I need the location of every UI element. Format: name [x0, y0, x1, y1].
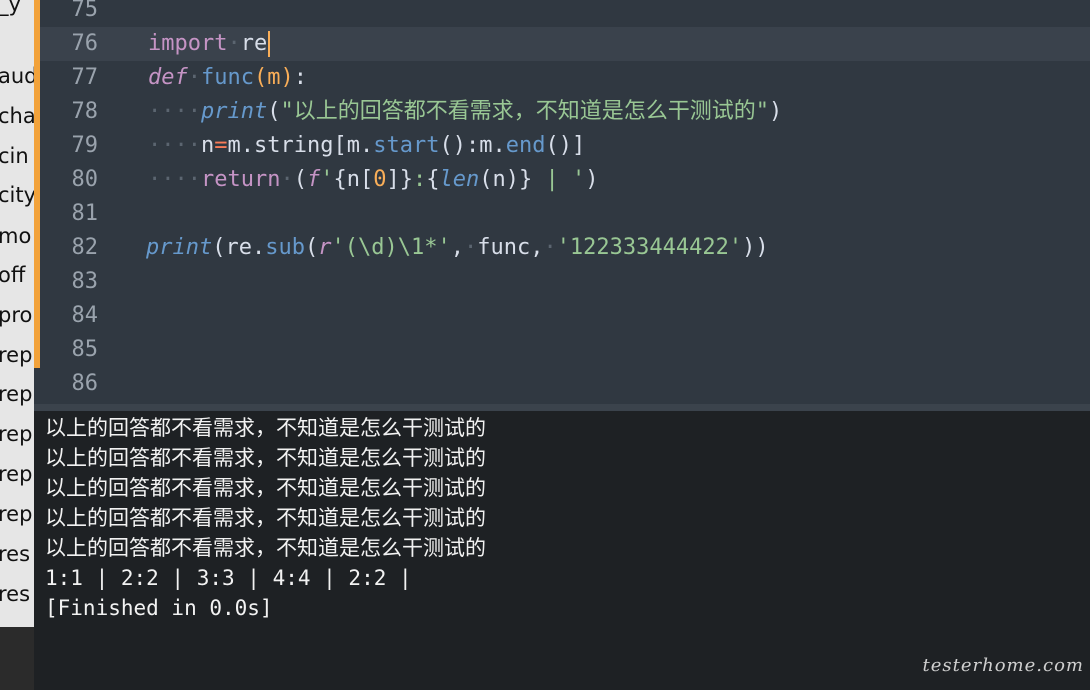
string-quote: ' [320, 167, 334, 192]
code-editor[interactable]: 75 76 import·re 77 def·func(m): 78 ····p… [34, 0, 1090, 404]
identifier: m [346, 133, 360, 158]
line-number: 83 [71, 269, 99, 294]
string-literal: | [532, 167, 572, 192]
identifier: func [477, 235, 531, 260]
line-number: 80 [71, 167, 99, 192]
line-number: 81 [71, 201, 99, 226]
sidebar-item[interactable]: cha [0, 104, 34, 128]
string-prefix: f [306, 167, 321, 192]
string-literal: '(\d)\1*' [331, 235, 451, 260]
code-line[interactable]: 85 [40, 333, 1090, 367]
method: end [505, 133, 546, 158]
sidebar-item[interactable]: cin [0, 144, 29, 168]
sidebar-item[interactable]: mo [0, 224, 31, 248]
line-number: 79 [71, 133, 99, 158]
output-line: 1:1 | 2:2 | 3:3 | 4:4 | 2:2 | [45, 566, 412, 590]
string-prefix: r [318, 235, 332, 260]
keyword: def [148, 65, 188, 90]
identifier: n [492, 167, 506, 192]
string-literal: "以上的回答都不看需求，不知道是怎么干测试的" [280, 99, 769, 124]
identifier: m [227, 133, 241, 158]
keyword: import [148, 31, 228, 56]
code-line[interactable]: 78 ····print("以上的回答都不看需求，不知道是怎么干测试的") [40, 95, 1090, 129]
line-number: 86 [71, 371, 99, 396]
line-number: 78 [71, 99, 99, 124]
sidebar-item[interactable]: res [0, 542, 30, 566]
output-line: 以上的回答都不看需求，不知道是怎么干测试的 [45, 476, 486, 500]
builtin: len [439, 167, 480, 192]
code-text: ····n=m.string[m.start():m.end()] [148, 133, 586, 158]
code-line[interactable]: 84 [40, 299, 1090, 333]
sidebar-footer [0, 627, 34, 690]
sidebar-item[interactable]: _y [0, 0, 21, 16]
string-quote: ' [571, 167, 586, 192]
param: m [267, 65, 281, 90]
module-name: re [240, 31, 268, 56]
code-line[interactable]: 76 import·re [40, 27, 1090, 61]
sidebar-item[interactable]: aud [0, 64, 34, 88]
method: sub [265, 235, 305, 260]
code-line[interactable]: 86 [40, 367, 1090, 401]
code-line[interactable]: 75 [40, 0, 1090, 27]
code-text: print(re.sub(r'(\d)\1*',·func,·'12233344… [146, 235, 769, 260]
code-line[interactable]: 79 ····n=m.string[m.start():m.end()] [40, 129, 1090, 163]
output-line: [Finished in 0.0s] [45, 596, 273, 620]
sidebar-item[interactable]: rep [0, 382, 32, 406]
output-line: 以上的回答都不看需求，不知道是怎么干测试的 [45, 416, 486, 440]
output-line: 以上的回答都不看需求，不知道是怎么干测试的 [45, 506, 486, 530]
line-number: 76 [71, 31, 99, 56]
line-number: 75 [71, 0, 99, 22]
code-text: def·func(m): [148, 65, 307, 90]
identifier: m [479, 133, 493, 158]
code-line[interactable]: 80 ····return·(f'{n[0]}:{len(n)} | ') [40, 163, 1090, 197]
line-number: 85 [71, 337, 99, 362]
text-cursor [268, 31, 271, 57]
sidebar-item[interactable]: city [0, 183, 34, 207]
builtin: print [200, 99, 268, 124]
code-text: ····return·(f'{n[0]}:{len(n)} | ') [148, 167, 599, 192]
sidebar-item[interactable]: rep [0, 343, 32, 367]
line-number: 77 [71, 65, 99, 90]
sidebar-item[interactable]: pro [0, 303, 32, 327]
function-name: func [201, 65, 254, 90]
code-line[interactable]: 81 [40, 197, 1090, 231]
sidebar-item[interactable]: rep [0, 462, 32, 486]
sidebar-item[interactable]: rep [0, 502, 32, 526]
number-literal: 0 [373, 167, 387, 192]
watermark: testerhome.com [922, 655, 1084, 676]
code-text: import·re [148, 27, 271, 61]
sidebar-item[interactable]: off [0, 263, 25, 287]
file-sidebar: _y aud cha cin city mo off pro rep rep r… [0, 0, 34, 690]
string-literal: '122333444422' [556, 235, 743, 260]
identifier: n [346, 167, 360, 192]
identifier: string [253, 133, 334, 158]
sidebar-item[interactable]: res [0, 582, 30, 606]
keyword: return [200, 167, 281, 192]
method: start [373, 133, 440, 158]
sidebar-item[interactable]: rep [0, 422, 32, 446]
builtin: print [146, 235, 213, 260]
line-number: 82 [71, 235, 99, 260]
code-line[interactable]: 77 def·func(m): [40, 61, 1090, 95]
code-line[interactable]: 83 [40, 265, 1090, 299]
build-output-panel[interactable]: 以上的回答都不看需求，不知道是怎么干测试的 以上的回答都不看需求，不知道是怎么干… [34, 411, 1090, 690]
line-number: 84 [71, 303, 99, 328]
output-line: 以上的回答都不看需求，不知道是怎么干测试的 [45, 536, 486, 560]
output-line: 以上的回答都不看需求，不知道是怎么干测试的 [45, 446, 486, 470]
identifier: re [225, 235, 252, 260]
panel-divider[interactable] [34, 404, 1090, 411]
code-line[interactable]: 82 print(re.sub(r'(\d)\1*',·func,·'12233… [40, 231, 1090, 265]
code-text: ····print("以上的回答都不看需求，不知道是怎么干测试的") [148, 99, 783, 124]
identifier: n [200, 133, 215, 158]
